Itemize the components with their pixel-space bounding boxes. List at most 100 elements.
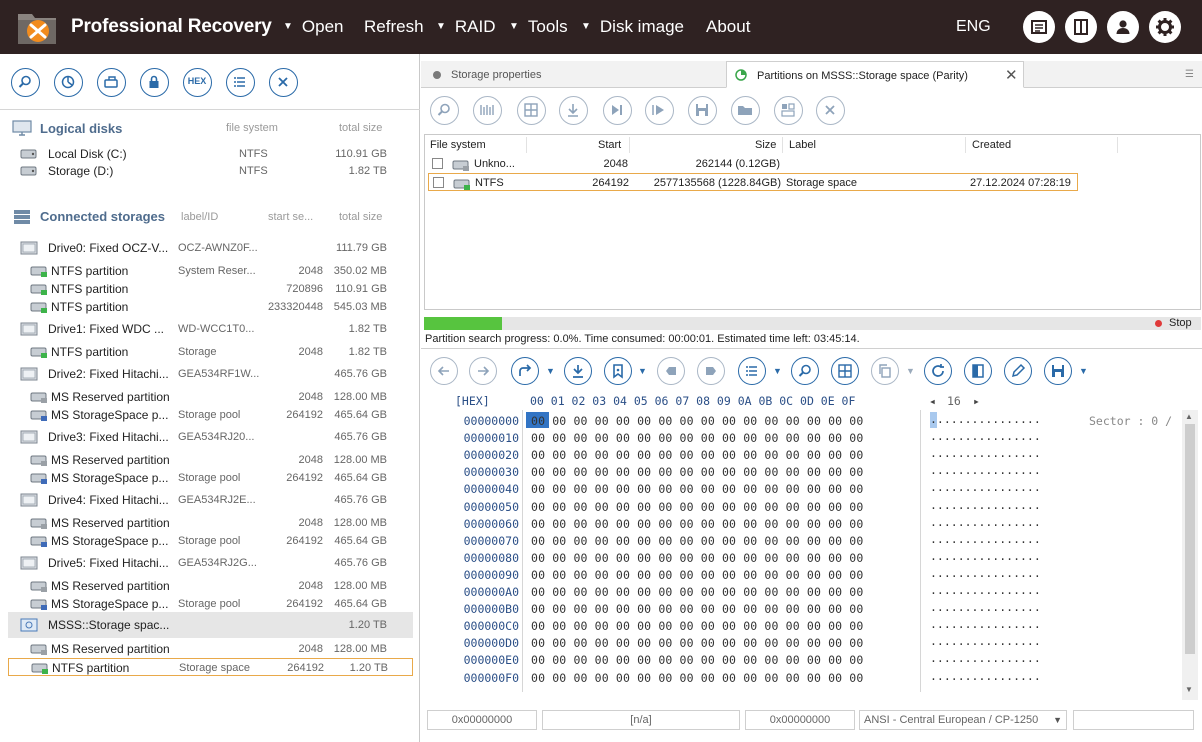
arrow-left-button[interactable] [430,357,458,385]
save-button[interactable] [1044,357,1072,385]
download-button[interactable] [564,357,592,385]
menu-disk-image[interactable]: ▼ Disk image [581,17,684,37]
hex-bytes-row[interactable]: 00 00 00 00 00 00 00 00 00 00 00 00 00 0… [531,568,863,582]
scroll-up-icon[interactable]: ▲ [1185,412,1193,421]
folder-button[interactable] [731,96,760,125]
edit-button[interactable] [1004,357,1032,385]
menu-tools[interactable]: ▼ Tools [509,17,568,37]
menu-about[interactable]: About [706,17,750,37]
hex-bytes-row[interactable]: 00 00 00 00 00 00 00 00 00 00 00 00 00 0… [531,534,863,548]
col-size-hdr[interactable]: Size [755,139,776,151]
list-button[interactable] [738,357,766,385]
scan-button[interactable] [54,68,83,97]
partition-checkbox[interactable] [432,158,443,169]
search-button[interactable] [430,96,459,125]
arrow-right-button[interactable] [469,357,497,385]
ascii-row[interactable]: ................ [930,498,1041,512]
storage-drive-row[interactable]: Drive0: Fixed OCZ-V... OCZ-AWNZ0F... 111.7… [8,239,413,257]
split-button[interactable] [964,357,992,385]
grid-button[interactable] [517,96,546,125]
stop-button[interactable]: Stop [1169,317,1192,329]
hex-bytes-row[interactable]: 00 00 00 00 00 00 00 00 00 00 00 00 00 0… [531,414,863,428]
mft-button[interactable] [473,96,502,125]
ascii-row[interactable]: ................ [930,463,1041,477]
storage-partition-row[interactable]: MS Reserved partition 2048 128.00 MB [8,514,413,532]
encoding-select[interactable]: ANSI - Central European / CP-1250 ▼ [859,710,1067,730]
ascii-row[interactable]: ................ [930,600,1041,614]
col-start-hdr[interactable]: Start [598,139,621,151]
storage-drive-row[interactable]: Drive1: Fixed WDC ... WD-WCC1T0... 1.82 TB [8,320,413,338]
logical-disk-row[interactable]: Storage (D:) NTFS 1.82 TB [8,162,413,180]
chevron-down-icon[interactable]: ▼ [638,366,647,376]
import-button[interactable] [559,96,588,125]
storage-partition-row[interactable]: MS StorageSpace p... Storage pool 264192 46… [8,406,413,424]
storage-partition-row[interactable]: NTFS partition System Reser... 2048 350.02 … [8,262,413,280]
hex-bytes-row[interactable]: 00 00 00 00 00 00 00 00 00 00 00 00 00 0… [531,431,863,445]
skip-button[interactable] [603,96,632,125]
hex-bytes-row[interactable]: 00 00 00 00 00 00 00 00 00 00 00 00 00 0… [531,671,863,685]
redo-button[interactable] [511,357,539,385]
hex-scrollbar[interactable]: ▲ ▼ [1182,410,1198,700]
menu-open[interactable]: ▼ Open [283,17,344,37]
storage-drive-row[interactable]: Drive5: Fixed Hitachi... GEA534RJ2G... 465… [8,554,413,572]
menu-refresh[interactable]: Refresh [364,17,424,37]
ascii-row[interactable]: ................ [930,583,1041,597]
storage-drive-row[interactable]: MSSS::Storage spac... 1.20 TB [8,612,413,638]
col-created-hdr[interactable]: Created [972,139,1011,151]
partition-row[interactable]: NTFS 264192 2577135568 (1228.84GB) Storage … [428,173,1078,191]
play-button[interactable] [645,96,674,125]
chevron-down-icon[interactable]: ▼ [546,366,555,376]
storage-drive-row[interactable]: Drive4: Fixed Hitachi... GEA534RJ2E... 465… [8,491,413,509]
user-button[interactable] [1107,11,1139,43]
save-button[interactable] [688,96,717,125]
bookmark-button[interactable] [604,357,632,385]
layout-button[interactable] [1065,11,1097,43]
language-selector[interactable]: ENG [956,18,991,36]
hex-bytes-row[interactable]: 00 00 00 00 00 00 00 00 00 00 00 00 00 0… [531,448,863,462]
lock-button[interactable] [140,68,169,97]
storage-partition-row[interactable]: NTFS partition Storage space 264192 1.20 TB [8,658,413,676]
storage-partition-row[interactable]: NTFS partition Storage 2048 1.82 TB [8,343,413,361]
grid-button[interactable] [831,357,859,385]
copy-button[interactable] [871,357,899,385]
ascii-row[interactable]: ................ [930,617,1041,631]
ascii-row[interactable]: ................ [930,651,1041,665]
ascii-row[interactable]: ................ [930,634,1041,648]
hex-width-next-icon[interactable]: ▸ [973,394,980,408]
tab-partitions[interactable]: Partitions on MSSS::Storage space (Parit… [726,61,1024,88]
logical-disk-row[interactable]: Local Disk (C:) NTFS 110.91 GB [8,145,413,163]
hex-bytes-row[interactable]: 00 00 00 00 00 00 00 00 00 00 00 00 00 0… [531,465,863,479]
col-file-system-hdr[interactable]: File system [430,139,486,151]
prev-mark-button[interactable] [657,357,685,385]
hex-bytes-row[interactable]: 00 00 00 00 00 00 00 00 00 00 00 00 00 0… [531,482,863,496]
storage-partition-row[interactable]: MS Reserved partition 2048 128.00 MB [8,640,413,658]
close-button[interactable] [816,96,845,125]
hex-bytes-row[interactable]: 00 00 00 00 00 00 00 00 00 00 00 00 00 0… [531,551,863,565]
ascii-row[interactable]: ................ [930,446,1041,460]
hex-bytes-row[interactable]: 00 00 00 00 00 00 00 00 00 00 00 00 00 0… [531,619,863,633]
hex-bytes-row[interactable]: 00 00 00 00 00 00 00 00 00 00 00 00 00 0… [531,602,863,616]
tab-menu-icon[interactable]: ☰ [1185,69,1194,80]
hex-bytes-row[interactable]: 00 00 00 00 00 00 00 00 00 00 00 00 00 0… [531,500,863,514]
storage-partition-row[interactable]: MS StorageSpace p... Storage pool 264192 46… [8,532,413,550]
chevron-down-icon[interactable]: ▼ [773,366,782,376]
next-mark-button[interactable] [697,357,725,385]
stop-icon[interactable] [1155,320,1162,327]
hex-button[interactable]: HEX [183,68,212,97]
storage-partition-row[interactable]: MS StorageSpace p... Storage pool 264192 46… [8,595,413,613]
ascii-row[interactable]: ................ [930,412,1041,426]
chevron-down-icon[interactable]: ▼ [906,366,915,376]
compare-button[interactable] [774,96,803,125]
search-button[interactable] [11,68,40,97]
chevron-down-icon[interactable]: ▼ [1079,366,1088,376]
storage-partition-row[interactable]: MS Reserved partition 2048 128.00 MB [8,451,413,469]
hex-bytes-row[interactable]: 00 00 00 00 00 00 00 00 00 00 00 00 00 0… [531,636,863,650]
menu-raid[interactable]: ▼ RAID [436,17,496,37]
scroll-thumb[interactable] [1185,424,1195,654]
storage-partition-row[interactable]: MS Reserved partition 2048 128.00 MB [8,577,413,595]
search-button[interactable] [791,357,819,385]
scroll-down-icon[interactable]: ▼ [1185,685,1193,694]
refresh-button[interactable] [924,357,952,385]
disk-image-button[interactable] [97,68,126,97]
hex-view[interactable]: [HEX] 00 01 02 03 04 05 06 07 08 09 0A 0… [421,394,1202,700]
